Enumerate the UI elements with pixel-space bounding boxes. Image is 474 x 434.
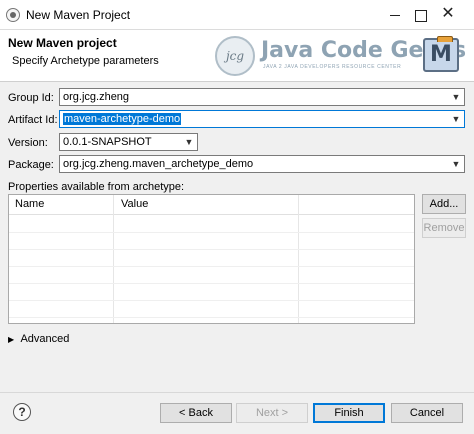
finish-button[interactable]: Finish <box>313 403 385 423</box>
minimize-button[interactable] <box>382 4 408 26</box>
wizard-subtitle: Specify Archetype parameters <box>12 55 159 67</box>
table-row-line <box>9 283 414 284</box>
remove-property-button[interactable]: Remove <box>422 218 466 238</box>
table-row-line <box>9 317 414 318</box>
maximize-button[interactable] <box>407 4 433 26</box>
artifact-id-value: maven-archetype-demo <box>63 113 182 125</box>
advanced-toggle[interactable]: ▶ Advanced <box>8 333 69 345</box>
column-divider <box>298 195 299 323</box>
table-row-line <box>9 300 414 301</box>
version-value: 0.0.1-SNAPSHOT <box>63 136 152 148</box>
add-property-button[interactable]: Add... <box>422 194 466 214</box>
table-row-line <box>9 232 414 233</box>
version-combo[interactable]: 0.0.1-SNAPSHOT ▼ <box>59 133 198 151</box>
maven-letter: M <box>430 42 452 67</box>
help-icon[interactable]: ? <box>13 403 31 421</box>
window-title: New Maven Project <box>26 8 131 22</box>
group-id-combo[interactable]: org.jcg.zheng ▼ <box>59 88 465 106</box>
package-value: org.jcg.zheng.maven_archetype_demo <box>63 158 254 170</box>
package-label: Package: <box>8 159 54 171</box>
maven-box: M <box>423 36 459 72</box>
expand-arrow-icon: ▶ <box>8 335 15 344</box>
column-header-name[interactable]: Name <box>15 198 44 210</box>
footer-separator <box>0 392 474 393</box>
cancel-button[interactable]: Cancel <box>391 403 463 423</box>
advanced-label: Advanced <box>20 333 70 345</box>
back-button[interactable]: < Back <box>160 403 232 423</box>
version-label: Version: <box>8 137 48 149</box>
package-combo[interactable]: org.jcg.zheng.maven_archetype_demo ▼ <box>59 155 465 173</box>
properties-table-header: Name Value <box>9 195 414 215</box>
close-button[interactable]: ✕ <box>435 4 461 26</box>
properties-label: Properties available from archetype: <box>8 181 185 193</box>
eclipse-icon <box>6 8 20 22</box>
chevron-down-icon[interactable]: ▼ <box>448 89 464 105</box>
logo-tagline: JAVA 2 JAVA DEVELOPERS RESOURCE CENTER <box>263 64 402 70</box>
chevron-down-icon[interactable]: ▼ <box>181 134 197 150</box>
wizard-header: New Maven project Specify Archetype para… <box>0 30 474 82</box>
group-id-label: Group Id: <box>8 92 54 104</box>
column-header-value[interactable]: Value <box>121 198 148 210</box>
group-id-value: org.jcg.zheng <box>63 91 130 103</box>
column-divider <box>113 195 114 323</box>
wizard-title: New Maven project <box>8 36 117 50</box>
table-row-line <box>9 249 414 250</box>
java-code-geeks-logo: jcg Java Code Geeks JAVA 2 JAVA DEVELOPE… <box>215 32 466 78</box>
next-button[interactable]: Next > <box>236 403 308 423</box>
table-row-line <box>9 266 414 267</box>
chevron-down-icon[interactable]: ▼ <box>448 111 464 127</box>
jcg-circle-icon: jcg <box>215 36 255 76</box>
properties-table[interactable]: Name Value <box>8 194 415 324</box>
artifact-id-combo[interactable]: maven-archetype-demo ▼ <box>59 110 465 128</box>
title-bar: New Maven Project ✕ <box>0 0 474 30</box>
chevron-down-icon[interactable]: ▼ <box>448 156 464 172</box>
artifact-id-label: Artifact Id: <box>8 114 58 126</box>
maven-wizard-icon: M <box>419 32 463 76</box>
